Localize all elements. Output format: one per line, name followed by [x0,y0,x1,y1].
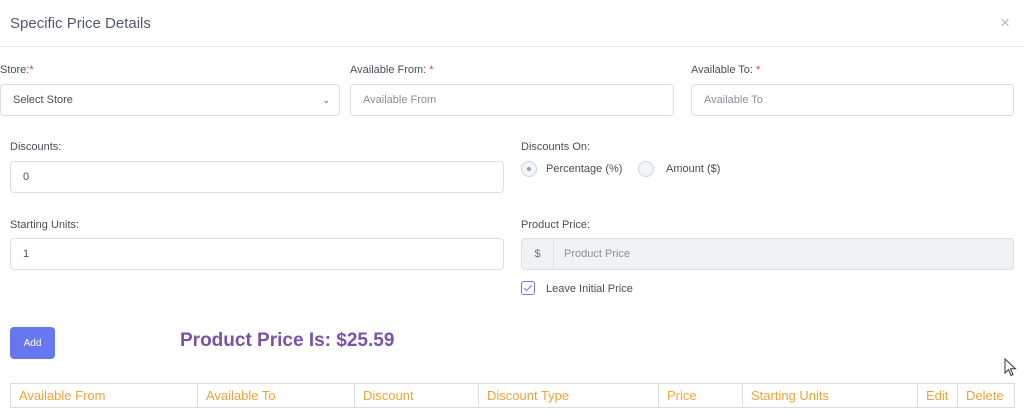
discounts-label: Discounts: [10,141,62,153]
add-button[interactable]: Add [10,327,55,359]
required-mark: * [429,64,434,76]
radio-amount[interactable] [638,161,654,177]
available-to-label-text: Available To: [691,64,753,76]
available-from-input[interactable]: Available From [350,84,674,116]
radio-percentage-label[interactable]: Percentage (%) [546,163,622,175]
discounts-input[interactable]: 0 [10,161,504,193]
chevron-down-icon: ⌄ [322,95,330,105]
available-to-label: Available To: * [691,64,760,76]
product-price-label: Product Price: [521,219,591,231]
starting-units-input[interactable]: 1 [10,238,504,270]
column-edit[interactable]: Edit [917,383,958,408]
modal-header: Specific Price Details × [0,0,1024,47]
column-delete[interactable]: Delete [957,383,1015,408]
mouse-pointer-icon [1004,358,1017,377]
column-available-to[interactable]: Available To [197,383,355,408]
available-from-placeholder: Available From [363,94,437,106]
store-label-text: Store: [0,64,30,76]
required-mark: * [756,64,761,76]
available-to-placeholder: Available To [704,94,763,106]
discounts-on-label: Discounts On: [521,141,591,153]
specific-price-table: Available From Available To Discount Dis… [10,383,1015,408]
modal-title: Specific Price Details [10,15,151,32]
product-price-summary: Product Price Is: $25.59 [180,330,395,351]
store-select-value: Select Store [13,94,73,106]
column-starting-units[interactable]: Starting Units [742,383,918,408]
available-from-label-text: Available From: [350,64,427,76]
product-price-input-group[interactable]: $ Product Price [521,238,1014,270]
starting-units-label: Starting Units: [10,219,80,231]
column-discount-type[interactable]: Discount Type [478,383,659,408]
available-to-input[interactable]: Available To [691,84,1014,116]
close-icon[interactable]: × [1000,13,1010,33]
column-available-from[interactable]: Available From [10,383,198,408]
store-label: Store:* [0,64,34,76]
store-select[interactable]: Select Store ⌄ [0,84,340,116]
radio-amount-label[interactable]: Amount ($) [666,163,720,175]
column-discount[interactable]: Discount [354,383,479,408]
leave-initial-price-checkbox[interactable] [521,281,535,295]
product-price-input[interactable]: Product Price [554,239,1013,269]
starting-units-value: 1 [23,248,30,260]
dollar-addon: $ [522,239,554,269]
available-from-label: Available From: * [350,64,434,76]
required-mark: * [29,64,34,76]
radio-percentage[interactable] [521,161,537,177]
discounts-value: 0 [23,171,30,183]
column-price[interactable]: Price [658,383,743,408]
leave-initial-price-label[interactable]: Leave Initial Price [546,283,633,295]
table-header-row: Available From Available To Discount Dis… [10,383,1015,408]
